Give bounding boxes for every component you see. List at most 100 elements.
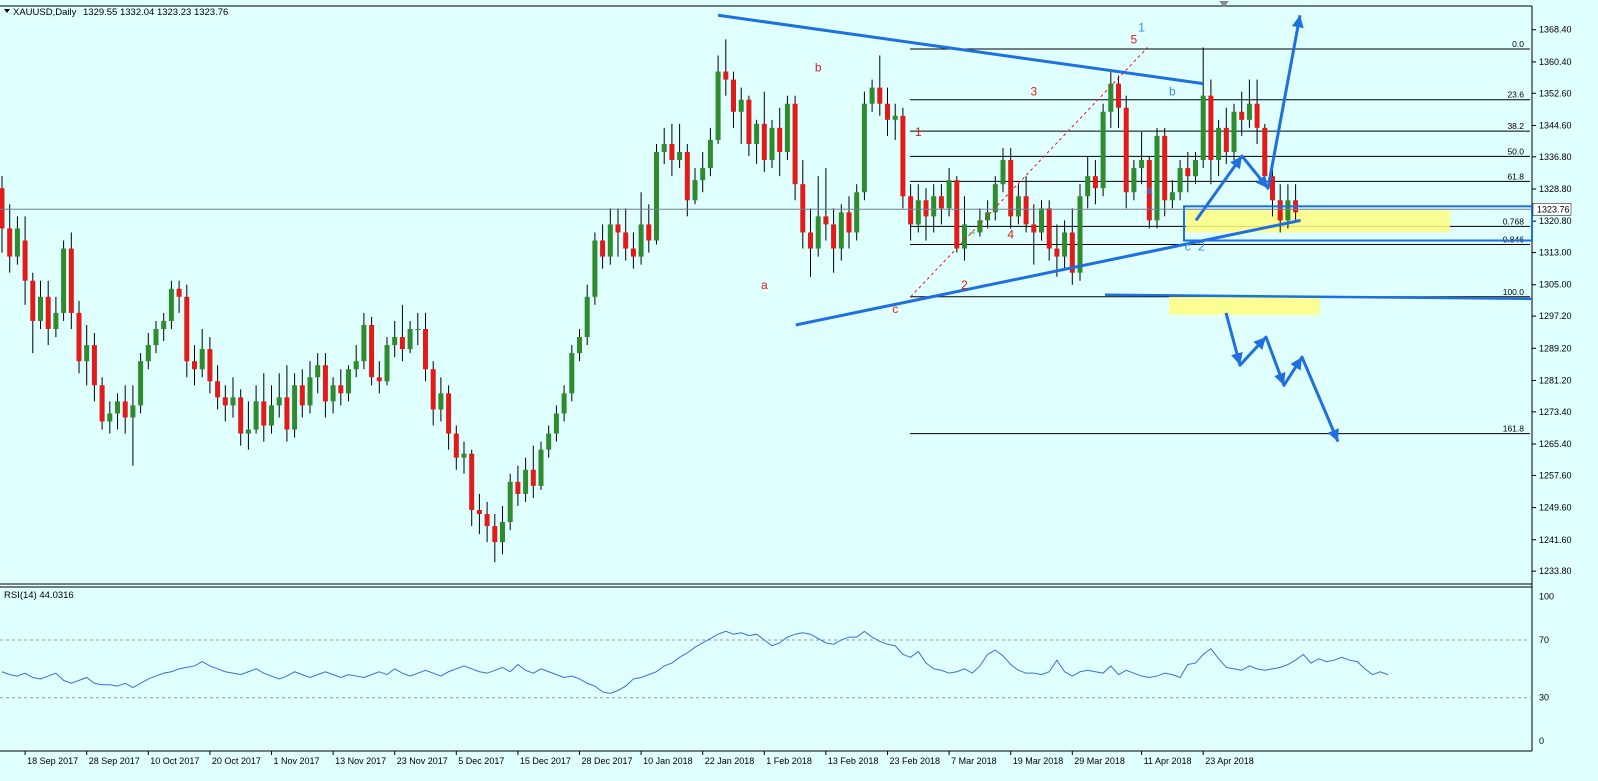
time-tick-label: 13 Nov 2017: [335, 756, 386, 766]
wave-label: c: [892, 302, 898, 316]
time-tick-label: 23 Apr 2018: [1205, 756, 1254, 766]
time-tick-label: 28 Sep 2017: [89, 756, 140, 766]
time-tick-label: 5 Dec 2017: [458, 756, 504, 766]
candle-body: [553, 413, 559, 434]
candle-body: [1077, 196, 1083, 273]
fib-level-label: 23.6: [1507, 90, 1524, 100]
candle-body: [615, 224, 621, 233]
candle-body: [1246, 103, 1252, 120]
candle-body: [1123, 107, 1129, 193]
candle-body: [600, 240, 606, 257]
fib-level-label: 161.8: [1503, 424, 1525, 434]
candle-body: [14, 228, 20, 257]
candle-body: [423, 328, 428, 370]
candle-body: [654, 152, 659, 241]
price-tick-label: 1336.80: [1539, 152, 1572, 162]
candle-body: [353, 361, 359, 370]
wave-label: b: [815, 61, 822, 75]
candle-body: [53, 312, 59, 329]
candle-body: [45, 296, 51, 329]
candle-body: [669, 143, 675, 161]
candle-body: [376, 377, 382, 382]
candle-body: [407, 328, 413, 350]
wave-label: b: [1169, 85, 1176, 99]
candle-body: [338, 385, 344, 394]
candle-body: [1277, 200, 1283, 221]
time-tick-label: 11 Apr 2018: [1144, 756, 1192, 766]
candle-body: [76, 312, 82, 362]
time-tick-label: 29 Mar 2018: [1074, 756, 1125, 766]
candle-body: [1262, 127, 1268, 177]
price-tick-label: 1281.20: [1539, 375, 1572, 385]
candle-body: [931, 196, 937, 217]
candle-body: [284, 397, 290, 430]
price-tick-label: 1360.40: [1539, 57, 1572, 67]
candle-body: [746, 99, 752, 144]
candle-body: [91, 345, 97, 386]
candle-body: [207, 349, 213, 382]
candle-body: [1023, 196, 1029, 225]
candle-body: [607, 224, 613, 257]
candle-body: [861, 103, 867, 193]
rsi-axis-label: 100: [1539, 592, 1554, 602]
candle-body: [361, 324, 367, 362]
fib-level-label: 100.0: [1503, 287, 1525, 297]
candle-body: [1031, 224, 1037, 233]
price-tick-label: 1352.60: [1539, 88, 1572, 98]
bull-candle: [969, 232, 975, 234]
chart-window: XAUUSD,Daily 1329.55 1332.04 1323.23 132…: [0, 0, 1598, 776]
time-tick-label: 23 Feb 2018: [890, 756, 941, 766]
candle-body: [784, 103, 790, 153]
candle-body: [661, 143, 667, 153]
time-tick-label: 15 Dec 2017: [520, 756, 571, 766]
wave-label: c: [1185, 240, 1191, 254]
time-tick-label: 13 Feb 2018: [828, 756, 879, 766]
price-tick-label: 1344.60: [1539, 120, 1572, 130]
candle-body: [792, 103, 798, 185]
candle-body: [707, 139, 713, 169]
fib-level-label: 61.8: [1507, 171, 1524, 181]
candle-body: [808, 232, 813, 249]
wave-label: 1: [1138, 20, 1145, 34]
time-tick-label: 7 Mar 2018: [951, 756, 997, 766]
candle-body: [1169, 192, 1175, 201]
bear-candle: [1262, 123, 1268, 185]
candle-body: [222, 397, 228, 406]
candle-body: [1116, 83, 1121, 108]
candle-body: [923, 200, 929, 217]
fib-level-label: 0.768: [1503, 216, 1525, 226]
wave-label: 5: [1131, 32, 1138, 46]
wave-label: a: [761, 278, 768, 292]
candle-body: [962, 224, 967, 249]
candle-body: [492, 526, 498, 543]
candle-body: [715, 71, 721, 140]
candle-body: [1139, 160, 1145, 169]
candle-body: [1285, 200, 1291, 221]
candle-body: [292, 385, 298, 430]
candle-body: [84, 345, 90, 362]
candle-body: [854, 192, 860, 233]
candle-body: [68, 248, 74, 313]
wave-label: 3: [1030, 85, 1037, 99]
candle-body: [1193, 160, 1198, 177]
time-tick-label: 1 Nov 2017: [274, 756, 320, 766]
bull-candle: [784, 95, 790, 161]
price-tick-label: 1320.80: [1539, 216, 1572, 226]
candle-body: [461, 453, 467, 458]
candle-body: [1054, 248, 1060, 257]
candle-body: [446, 393, 452, 434]
candle-body: [938, 196, 944, 209]
fib-level-label: 50.0: [1507, 146, 1524, 156]
candle-body: [731, 79, 736, 112]
candle-body: [261, 401, 267, 426]
candle-body: [184, 296, 190, 362]
candle-body: [399, 337, 405, 350]
candle-body: [1062, 232, 1068, 257]
bear-candle: [1008, 147, 1014, 229]
candle-body: [22, 240, 28, 281]
time-tick-label: 20 Oct 2017: [212, 756, 261, 766]
candle-body: [885, 103, 890, 120]
symbol-label: XAUUSD,Daily: [13, 7, 77, 18]
bull-candle: [569, 345, 575, 402]
wave-label: 1: [915, 125, 922, 139]
